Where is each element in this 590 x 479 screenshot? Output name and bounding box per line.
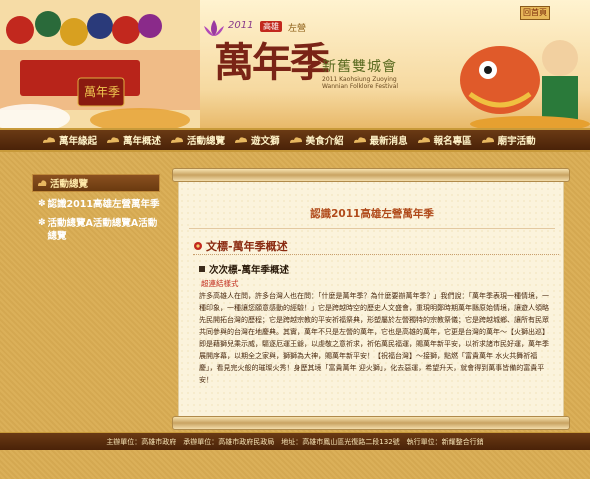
cloud-icon (353, 136, 366, 143)
sidebar: 活動總覽 ✽ 認識2011高雄左營萬年季 ✽ 活動總覽A活動總覽A活動總覽 (32, 174, 160, 243)
content-paper: 認識2011高雄左營萬年季 文標-萬年季概述 次次標-萬年季概述 超連結樣式 許… (178, 180, 564, 418)
main-navigation: 萬年緣起 萬年概述 活動總覽 遊文獅 美食介紹 最新消息 報名專區 廟宇活動 (0, 128, 590, 152)
sample-link[interactable]: 超連結樣式 (201, 278, 239, 289)
nav-item-lion-parade[interactable]: 遊文獅 (234, 130, 280, 150)
cloud-icon (235, 136, 248, 143)
cloud-icon (417, 136, 430, 143)
content-scroll: 認識2011高雄左營萬年季 文標-萬年季概述 次次標-萬年季概述 超連結樣式 許… (172, 168, 570, 430)
cloud-icon (43, 136, 55, 143)
divider (193, 254, 559, 255)
cloud-icon (171, 136, 184, 143)
cloud-icon (107, 136, 120, 143)
nav-item-registration[interactable]: 報名專區 (417, 130, 472, 150)
festival-logo: 2011 高雄 左營 萬年季 新舊雙城會 2011 Kaohsiung Zuoy… (200, 18, 410, 98)
bullet-icon: ✽ (38, 199, 46, 209)
cloud-icon (38, 180, 47, 186)
header-banner: 萬年季 2011 高雄 左營 萬年季 新舊雙城會 2011 Kaohsiung … (0, 0, 590, 128)
nav-item-activities[interactable]: 活動總覽 (170, 130, 225, 150)
lion-dance-illustration (460, 40, 590, 128)
nav-item-overview[interactable]: 萬年概述 (106, 130, 161, 150)
sidebar-item-activities[interactable]: ✽ 活動總覽A活動總覽A活動總覽 (32, 217, 160, 243)
nav-item-temple[interactable]: 廟宇活動 (481, 130, 536, 150)
sidebar-title: 活動總覽 (32, 174, 160, 192)
cloud-icon (481, 136, 494, 143)
logo-subtitle: 新舊雙城會 (322, 59, 397, 75)
sub-heading: 次次標-萬年季概述 (199, 262, 289, 276)
footer: 主辦單位：高雄市政府 承辦單位：高雄市政府民政局 地址：高雄市鳳山區光復路二段1… (0, 432, 590, 450)
logo-english-subtitle: 2011 Kaohsiung Zuoying Wannian Folklore … (322, 76, 399, 90)
scroll-rod-bottom (172, 416, 570, 430)
nav-item-origin[interactable]: 萬年緣起 (42, 130, 97, 150)
section-heading: 文標-萬年季概述 (193, 238, 288, 254)
flower-icon (194, 242, 202, 250)
divider (189, 228, 555, 229)
page-title: 認識2011高雄左營萬年季 (310, 208, 434, 220)
nav-item-news[interactable]: 最新消息 (353, 130, 408, 150)
square-bullet-icon (199, 266, 205, 272)
body-paragraph: 許多高雄人在問，許多台灣人也在問：「什麼是萬年季？為什麼要辦萬年季？」我們說：「… (199, 292, 549, 384)
home-button[interactable]: 回首頁 (520, 6, 550, 20)
festival-deities-illustration: 萬年季 (0, 0, 200, 128)
nav-item-food[interactable]: 美食介紹 (289, 130, 344, 150)
sidebar-item-intro[interactable]: ✽ 認識2011高雄左營萬年季 (32, 198, 160, 211)
bullet-icon: ✽ (38, 218, 46, 228)
svg-text:萬年季: 萬年季 (84, 85, 120, 99)
cloud-icon (289, 136, 302, 143)
scroll-rod-top (172, 168, 570, 182)
logo-title: 萬年季 (214, 39, 330, 86)
